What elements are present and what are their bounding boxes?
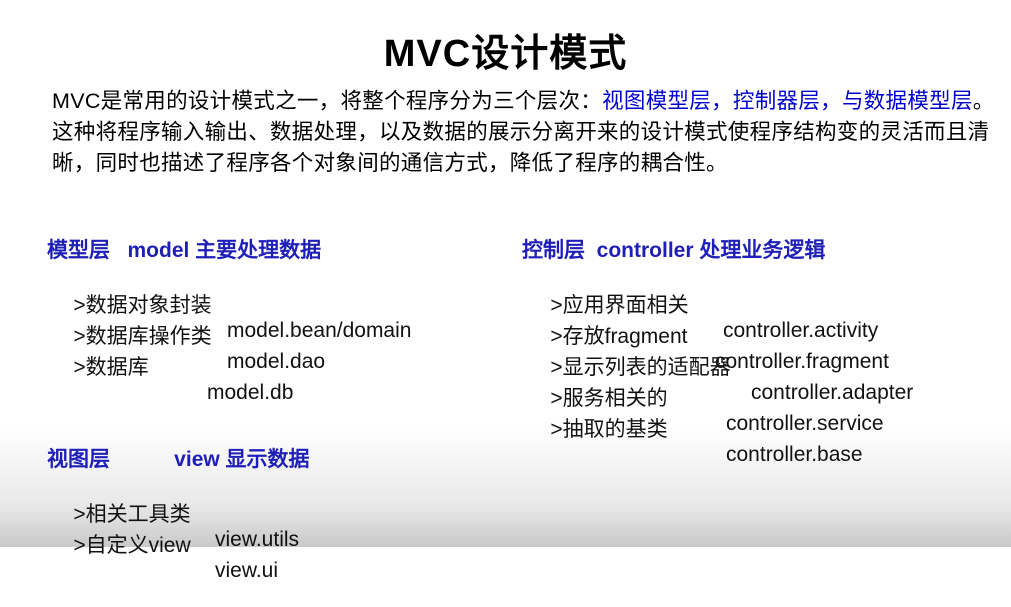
view-item-label: >自定义view — [73, 534, 191, 557]
controller-section-heading: 控制层 controller 处理业务逻辑 — [522, 239, 826, 262]
intro-paragraph: MVC是常用的设计模式之一，将整个程序分为三个层次：视图模型层，控制器层，与数据… — [52, 86, 997, 179]
controller-item-value: controller.fragment — [715, 350, 889, 373]
controller-item-label: >抽取的基类 — [550, 418, 668, 441]
model-section-heading: 模型层 model 主要处理数据 — [47, 239, 322, 262]
view-item-value: view.utils — [215, 528, 300, 551]
view-item-value: view.ui — [215, 559, 279, 582]
intro-highlight-data-model: 与数据模型层 — [841, 89, 973, 113]
model-item-label: >数据库 — [73, 356, 149, 379]
intro-highlight-view-model: 视图模型层 — [602, 89, 712, 113]
slide-title: MVC设计模式 — [383, 33, 628, 75]
slide: MVC设计模式 MVC是常用的设计模式之一，将整个程序分为三个层次：视图模型层，… — [0, 0, 1011, 582]
intro-text-1: MVC是常用的设计模式之一，将整个程序分为三个层次： — [52, 89, 603, 113]
intro-sep-2: ， — [820, 89, 842, 113]
intro-sep-1: ， — [711, 89, 733, 113]
model-item-value: model.db — [207, 381, 294, 404]
controller-item-value: controller.service — [726, 412, 884, 435]
view-section-heading: 视图层 view 显示数据 — [47, 448, 310, 471]
controller-item-value: controller.adapter — [751, 381, 914, 404]
model-item: >数据库 model.db — [50, 327, 293, 429]
model-item-value: model.bean/domain — [227, 319, 412, 342]
controller-item-value: controller.base — [726, 443, 863, 466]
intro-highlight-controller: 控制器层 — [732, 89, 821, 113]
model-item-value: model.dao — [227, 350, 326, 373]
controller-item: >抽取的基类 controller.base — [527, 389, 862, 491]
controller-item-value: controller.activity — [723, 319, 879, 342]
view-item: >自定义view view.ui — [50, 505, 278, 607]
